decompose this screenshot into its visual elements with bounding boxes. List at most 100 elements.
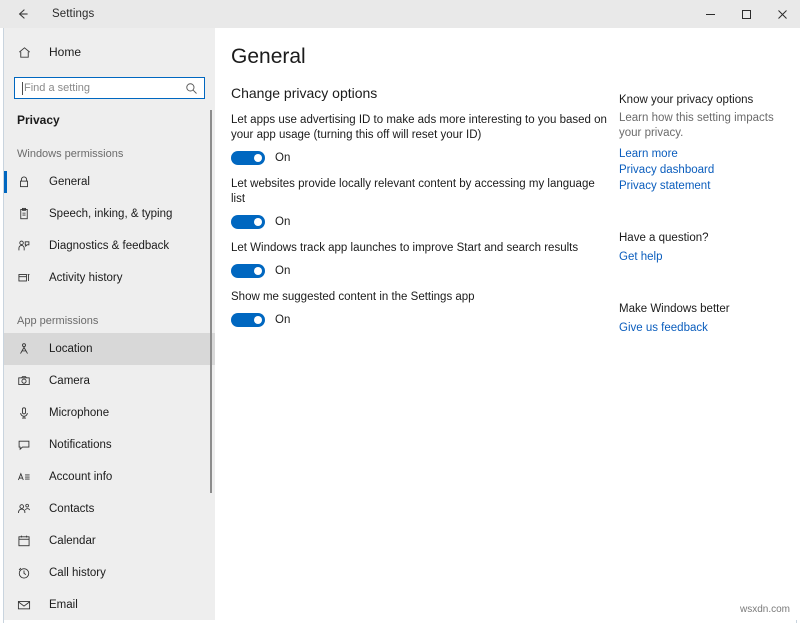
maximize-button[interactable] [728,0,764,28]
sidebar-item-microphone[interactable]: Microphone [4,397,215,429]
notification-icon [17,438,37,452]
search-icon[interactable] [180,82,204,95]
sidebar-item-email[interactable]: Email [4,589,215,620]
toggle-knob [254,316,262,324]
window-controls [692,0,800,28]
sidebar-item-location-label: Location [49,343,92,355]
sidebar-item-diagnostics-feedback-label: Diagnostics & feedback [49,240,169,252]
setting-language-list: Let websites provide locally relevant co… [215,177,611,229]
sidebar-item-camera-label: Camera [49,375,90,387]
location-icon [17,342,37,356]
setting-suggested-content-toggle[interactable] [231,313,265,327]
clipboard-icon [17,207,37,221]
setting-suggested-content-state: On [275,314,290,326]
sidebar-item-activity-history[interactable]: Activity history [4,262,215,294]
sidebar-item-home[interactable]: Home [4,37,215,67]
setting-app-launch-tracking: Let Windows track app launches to improv… [215,241,611,278]
link-get-help[interactable]: Get help [619,249,779,265]
call-history-icon [17,566,37,580]
sidebar-item-account-info-label: Account info [49,471,112,483]
setting-app-launch-tracking-toggle-row[interactable]: On [231,264,611,278]
setting-suggested-content-toggle-row[interactable]: On [231,313,611,327]
sidebar-item-contacts[interactable]: Contacts [4,493,215,525]
setting-language-list-toggle-row[interactable]: On [231,215,611,229]
setting-advertising-id-toggle-row[interactable]: On [231,151,611,165]
link-learn-more[interactable]: Learn more [619,146,779,162]
setting-advertising-id-state: On [275,152,290,164]
sidebar-item-speech-inking-typing-label: Speech, inking, & typing [49,208,172,220]
setting-language-list-toggle[interactable] [231,215,265,229]
rail-group-privacy-options: Know your privacy options Learn how this… [619,94,779,194]
sidebar: Home Privacy Windows permissions [4,28,215,620]
rail-spacer-1 [619,206,779,232]
microphone-icon [17,406,37,420]
account-info-icon [17,470,37,484]
lock-icon [17,175,37,189]
watermark: wsxdn.com [740,604,790,615]
sidebar-item-calendar-label: Calendar [49,535,96,547]
calendar-icon [17,534,37,548]
toggle-knob [254,267,262,275]
setting-app-launch-tracking-state: On [275,265,290,277]
related-settings-rail: Know your privacy options Learn how this… [619,94,779,348]
setting-advertising-id-description: Let apps use advertising ID to make ads … [231,113,611,143]
sidebar-item-activity-history-label: Activity history [49,272,123,284]
title-bar: Settings [0,0,800,28]
rail-subtext-privacy-options: Learn how this setting impacts your priv… [619,111,779,141]
home-icon [17,45,39,60]
setting-suggested-content: Show me suggested content in the Setting… [215,290,611,327]
sidebar-item-location[interactable]: Location [4,333,215,365]
sidebar-section-header-windows-permissions: Windows permissions [4,127,215,166]
diagnostics-icon [17,239,37,253]
settings-window: Settings [0,0,800,623]
sidebar-item-notifications-label: Notifications [49,439,112,451]
sidebar-item-notifications[interactable]: Notifications [4,429,215,461]
link-privacy-dashboard[interactable]: Privacy dashboard [619,162,779,178]
sidebar-scrollbar[interactable] [210,110,212,493]
setting-suggested-content-description: Show me suggested content in the Setting… [231,290,611,305]
setting-language-list-description: Let websites provide locally relevant co… [231,177,611,207]
sidebar-item-diagnostics-feedback[interactable]: Diagnostics & feedback [4,230,215,262]
toggle-knob [254,154,262,162]
setting-app-launch-tracking-toggle[interactable] [231,264,265,278]
title-bar-left: Settings [0,0,94,28]
link-give-us-feedback[interactable]: Give us feedback [619,320,779,336]
sidebar-item-email-label: Email [49,599,78,611]
rail-heading-privacy-options: Know your privacy options [619,94,779,106]
window-title: Settings [52,8,94,20]
search-box[interactable] [14,77,205,99]
sidebar-item-speech-inking-typing[interactable]: Speech, inking, & typing [4,198,215,230]
sidebar-item-general-label: General [49,176,90,188]
search-caret [22,82,23,95]
sidebar-item-calendar[interactable]: Calendar [4,525,215,557]
setting-app-launch-tracking-description: Let Windows track app launches to improv… [231,241,611,256]
email-icon [17,598,37,612]
back-arrow-icon[interactable] [10,3,36,25]
sidebar-item-call-history-label: Call history [49,567,106,579]
sidebar-item-general[interactable]: General [4,166,215,198]
sidebar-item-contacts-label: Contacts [49,503,94,515]
sidebar-category-title: Privacy [4,99,215,127]
sidebar-item-account-info[interactable]: Account info [4,461,215,493]
rail-heading-have-a-question: Have a question? [619,232,779,244]
page-title: General [215,28,797,69]
sidebar-item-camera[interactable]: Camera [4,365,215,397]
minimize-button[interactable] [692,0,728,28]
camera-icon [17,374,37,388]
activity-history-icon [17,271,37,285]
setting-advertising-id: Let apps use advertising ID to make ads … [215,113,611,165]
setting-advertising-id-toggle[interactable] [231,151,265,165]
sidebar-section-header-app-permissions: App permissions [4,294,215,333]
search-input[interactable] [15,79,180,97]
contacts-icon [17,502,37,516]
link-privacy-statement[interactable]: Privacy statement [619,178,779,194]
setting-language-list-state: On [275,216,290,228]
rail-group-make-windows-better: Make Windows better Give us feedback [619,303,779,336]
window-body: Home Privacy Windows permissions [0,28,800,623]
sidebar-item-home-label: Home [49,45,81,59]
sidebar-item-microphone-label: Microphone [49,407,109,419]
close-button[interactable] [764,0,800,28]
rail-heading-make-windows-better: Make Windows better [619,303,779,315]
sidebar-item-call-history[interactable]: Call history [4,557,215,589]
toggle-knob [254,218,262,226]
